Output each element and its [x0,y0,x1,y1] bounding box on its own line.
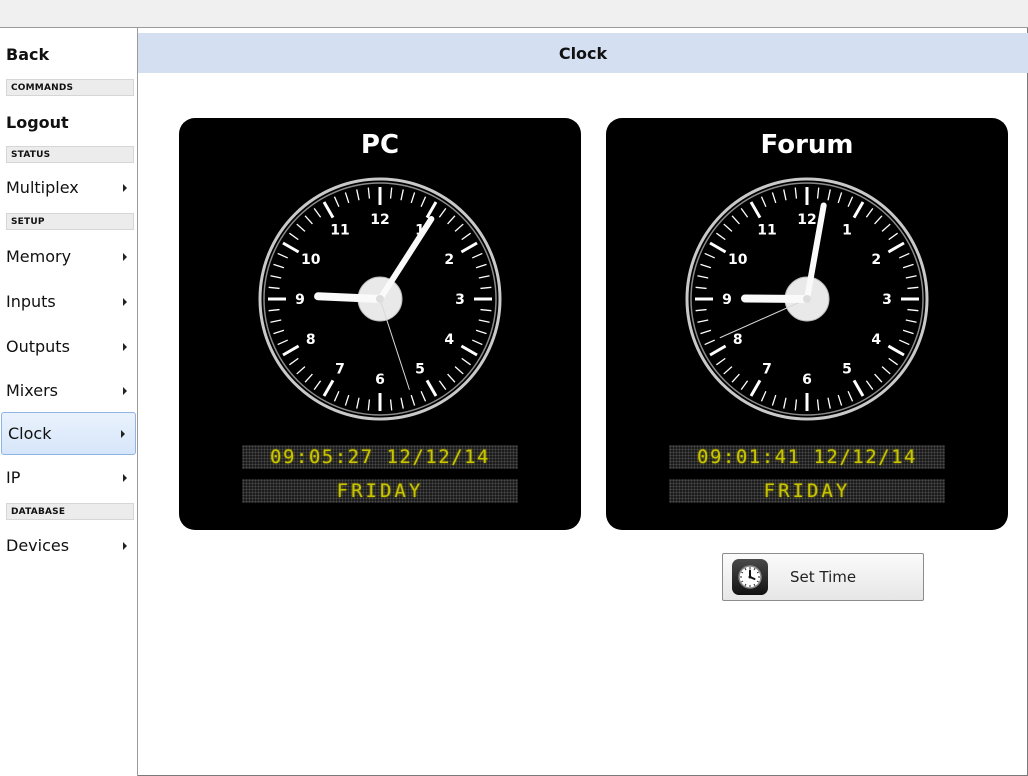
submenu-arrow-icon [123,342,127,351]
svg-text:9: 9 [722,292,732,308]
svg-text:4: 4 [444,332,454,348]
clock-title: PC [360,130,400,160]
svg-text:5: 5 [842,361,852,377]
page-title: Clock [138,33,1028,73]
svg-text:12: 12 [797,212,816,228]
sidebar-item-multiplex[interactable]: Multiplex [0,166,137,209]
svg-text:8: 8 [306,332,316,348]
sidebar-item-label: Memory [6,247,72,266]
section-header-status: STATUS [6,146,134,163]
window-top-strip [0,0,1028,28]
svg-text:10: 10 [301,252,321,268]
svg-text:10: 10 [728,252,748,268]
back-button[interactable]: Back [0,33,137,76]
svg-text:12: 12 [370,212,389,228]
logout-button[interactable]: Logout [0,101,137,144]
sidebar-item-label: Inputs [6,292,56,311]
submenu-arrow-icon [123,386,127,395]
sidebar-item-label: Multiplex [6,178,79,197]
sidebar-item-devices[interactable]: Devices [0,524,137,567]
section-header-commands: COMMANDS [6,79,134,96]
set-time-label: Set Time [790,568,857,586]
sidebar-item-label: Mixers [6,381,58,400]
sidebar-item-clock[interactable]: Clock [1,412,136,455]
clock-icon [732,559,768,595]
sidebar-item-label: Clock [8,424,52,443]
svg-text:9: 9 [295,292,305,308]
sidebar-item-memory[interactable]: Memory [0,235,137,278]
svg-text:5: 5 [415,361,425,377]
submenu-arrow-icon [123,183,127,192]
svg-text:11: 11 [330,223,349,239]
set-time-button[interactable]: Set Time [722,553,924,601]
section-header-database: DATABASE [6,503,134,520]
submenu-arrow-icon [123,473,127,482]
submenu-arrow-icon [123,252,127,261]
clock-panel-pc: PC 1 2 3 4 5 6 7 8 9 10 11 12 09:05:27 12/12/14 FRI… [179,118,581,530]
sidebar-item-inputs[interactable]: Inputs [0,280,137,323]
submenu-arrow-icon [121,429,125,438]
svg-text:6: 6 [375,372,385,388]
led-time-display: 09:01:41 12/12/14 [669,445,945,469]
section-header-setup: SETUP [6,213,134,230]
sidebar-item-label: Devices [6,536,70,555]
submenu-arrow-icon [123,541,127,550]
svg-text:3: 3 [882,292,892,308]
svg-text:8: 8 [733,332,743,348]
sidebar-item-mixers[interactable]: Mixers [0,369,137,412]
clock-title: Forum [760,130,854,160]
led-day-display: FRIDAY [669,479,945,503]
analog-clock-icon: 123456789101112 [685,177,929,421]
svg-text:4: 4 [871,332,881,348]
svg-text:3: 3 [455,292,465,308]
submenu-arrow-icon [123,297,127,306]
svg-text:1: 1 [842,223,852,239]
svg-text:6: 6 [802,372,812,388]
svg-text:11: 11 [757,223,776,239]
svg-text:7: 7 [335,361,345,377]
logout-label: Logout [6,113,69,132]
back-label: Back [6,45,50,64]
led-day-display: FRIDAY [242,479,518,503]
svg-text:2: 2 [871,252,881,268]
svg-text:2: 2 [444,252,454,268]
sidebar-item-ip[interactable]: IP [0,456,137,499]
led-time-display: 09:05:27 12/12/14 [242,445,518,469]
sidebar: Back COMMANDS Logout STATUS Multiplex SE… [0,28,138,776]
sidebar-item-label: Outputs [6,337,70,356]
sidebar-item-label: IP [6,468,21,487]
sidebar-item-outputs[interactable]: Outputs [0,325,137,368]
analog-clock-icon: 123456789101112 [258,177,502,421]
svg-text:7: 7 [762,361,772,377]
clock-panel-forum: Forum 1 2 3 4 5 6 7 8 9 10 11 12 09:01:41 12/12/14 … [606,118,1008,530]
